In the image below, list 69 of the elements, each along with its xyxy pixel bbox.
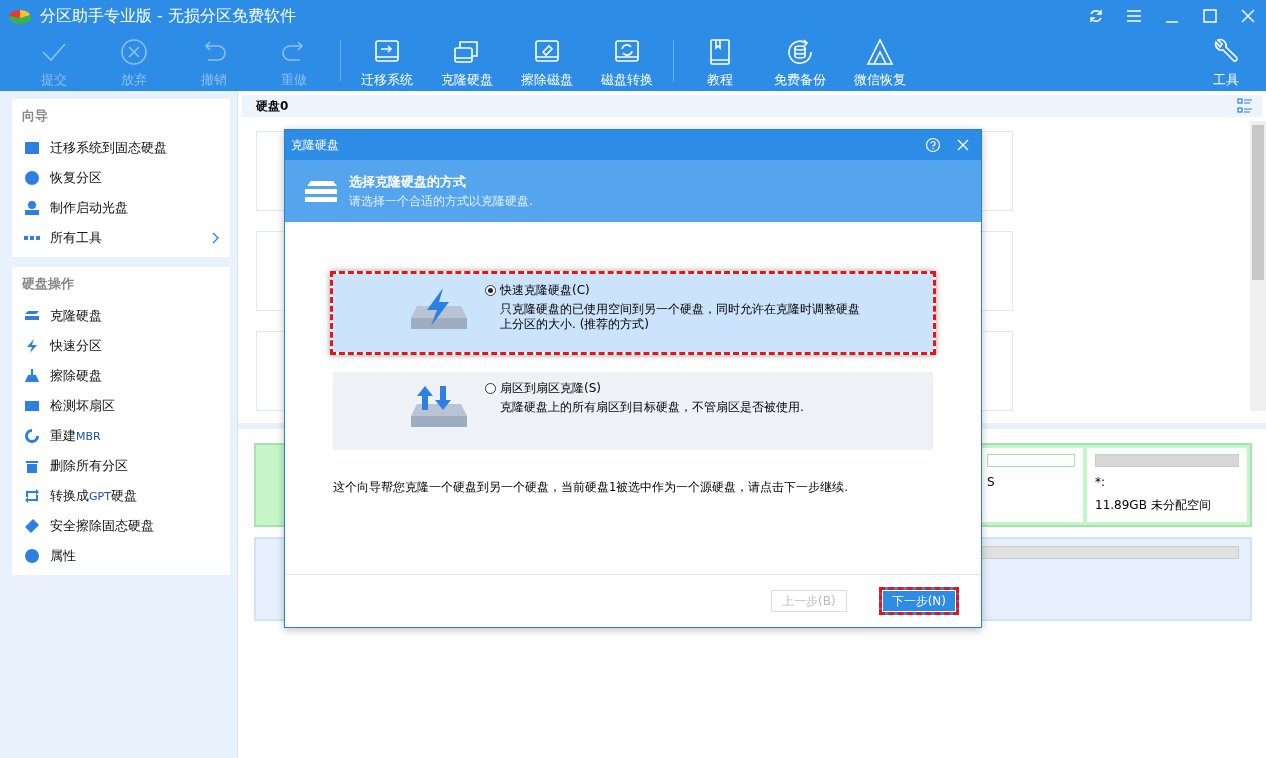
dialog-heading: 选择克隆硬盘的方式 [349, 172, 467, 191]
toolbar-button[interactable]: 克隆硬盘 [427, 32, 507, 91]
sidebar-item[interactable]: 恢复分区 [12, 163, 230, 193]
toolbar-button[interactable]: 迁移系统 [347, 32, 427, 91]
disk-title: 硬盘0 [256, 97, 289, 115]
disk-arrows-icon [409, 384, 469, 428]
sidebar-item[interactable]: 检测坏扇区 [12, 391, 230, 421]
option-description: 克隆硬盘上的所有扇区到目标硬盘，不管扇区是否被使用. [499, 400, 805, 415]
sidebar-item-icon [24, 518, 40, 534]
sidebar-item-icon [24, 458, 40, 474]
sidebar-item-icon [24, 200, 40, 216]
next-button[interactable]: 下一步(N) [878, 587, 959, 615]
scrollbar[interactable] [1250, 121, 1266, 411]
sidebar-item-icon [24, 338, 40, 354]
chevron-right-icon [212, 232, 220, 244]
view-toggle-icon[interactable] [1236, 97, 1254, 115]
sidebar-item-icon [24, 548, 40, 564]
sidebar-item[interactable]: 安全擦除固态硬盘 [12, 511, 230, 541]
option-label: 快速克隆硬盘(C) [500, 282, 590, 299]
clone-option[interactable]: 扇区到扇区克隆(S) 克隆硬盘上的所有扇区到目标硬盘，不管扇区是否被使用. [333, 372, 933, 450]
triangle-logo-icon [864, 36, 896, 68]
sidebar-item[interactable]: 快速分区 [12, 331, 230, 361]
sidebar-item[interactable]: 属性 [12, 541, 230, 571]
close-icon[interactable] [1240, 8, 1256, 24]
toolbar-button[interactable]: 擦除磁盘 [507, 32, 587, 91]
tools-button[interactable]: 工具 [1186, 32, 1266, 91]
clone-option[interactable]: 快速克隆硬盘(C) 只克隆硬盘的已使用空间到另一个硬盘，同时允许在克隆时调整硬盘上分区的大小. (推荐的方式) [333, 274, 933, 352]
toolbar-button[interactable]: 免费备份 [760, 32, 840, 91]
radio-button[interactable] [485, 383, 496, 394]
sidebar-item[interactable]: 制作启动光盘 [12, 193, 230, 223]
instruction-text: 这个向导帮您克隆一个硬盘到另一个硬盘，当前硬盘1被选中作为一个源硬盘，请点击下一步继续. [333, 480, 849, 495]
option-label: 扇区到扇区克隆(S) [500, 380, 601, 397]
toolbar-button[interactable]: 教程 [680, 32, 760, 91]
sidebar-item-icon [24, 488, 40, 504]
window-title: 分区助手专业版 - 无损分区免费软件 [40, 5, 296, 27]
partition-block[interactable]: S [979, 448, 1083, 522]
sidebar-item-icon [24, 368, 40, 384]
maximize-icon[interactable] [1202, 8, 1218, 24]
close-icon[interactable] [955, 137, 971, 153]
section-title: 向导 [21, 107, 49, 125]
section-title: 硬盘操作 [21, 275, 75, 293]
sidebar-item[interactable]: 所有工具 [12, 223, 230, 253]
sidebar-item[interactable]: 迁移系统到固态硬盘 [12, 133, 230, 163]
sidebar-item[interactable]: 转换成GPT硬盘 [12, 481, 230, 511]
partition-size: 11.89GB 未分配空间 [1095, 497, 1212, 514]
partition-block[interactable]: *: 11.89GB 未分配空间 [1087, 448, 1247, 522]
sidebar-item[interactable]: 重建MBR [12, 421, 230, 451]
sidebar-item[interactable]: 克隆硬盘 [12, 301, 230, 331]
option-description: 只克隆硬盘的已使用空间到另一个硬盘，同时允许在克隆时调整硬盘上分区的大小. (推荐的方式) [499, 302, 860, 332]
dots-icon [24, 236, 40, 240]
dialog-title: 克隆硬盘 [291, 136, 339, 154]
disk-lightning-icon [409, 286, 469, 330]
menu-icon[interactable] [1126, 8, 1142, 24]
refresh-icon[interactable] [1088, 8, 1104, 24]
sidebar-item-icon [24, 140, 40, 156]
cancel-icon [118, 36, 150, 68]
dialog-subtitle: 请选择一个合适的方式以克隆硬盘. [349, 192, 533, 210]
toolbar-button[interactable]: 微信恢复 [840, 32, 920, 91]
sidebar-item[interactable]: 擦除硬盘 [12, 361, 230, 391]
sidebar-item-icon [24, 428, 40, 444]
sidebar-item-icon [24, 398, 40, 414]
help-icon[interactable] [925, 137, 941, 153]
partition-label: S [987, 475, 996, 489]
disks-icon [303, 179, 339, 203]
sidebar-item-icon [24, 170, 40, 186]
partition-letter: *: [1095, 475, 1107, 489]
toolbar-button[interactable]: 磁盘转换 [587, 32, 667, 91]
radio-button[interactable] [485, 285, 496, 296]
sidebar-item[interactable]: 删除所有分区 [12, 451, 230, 481]
